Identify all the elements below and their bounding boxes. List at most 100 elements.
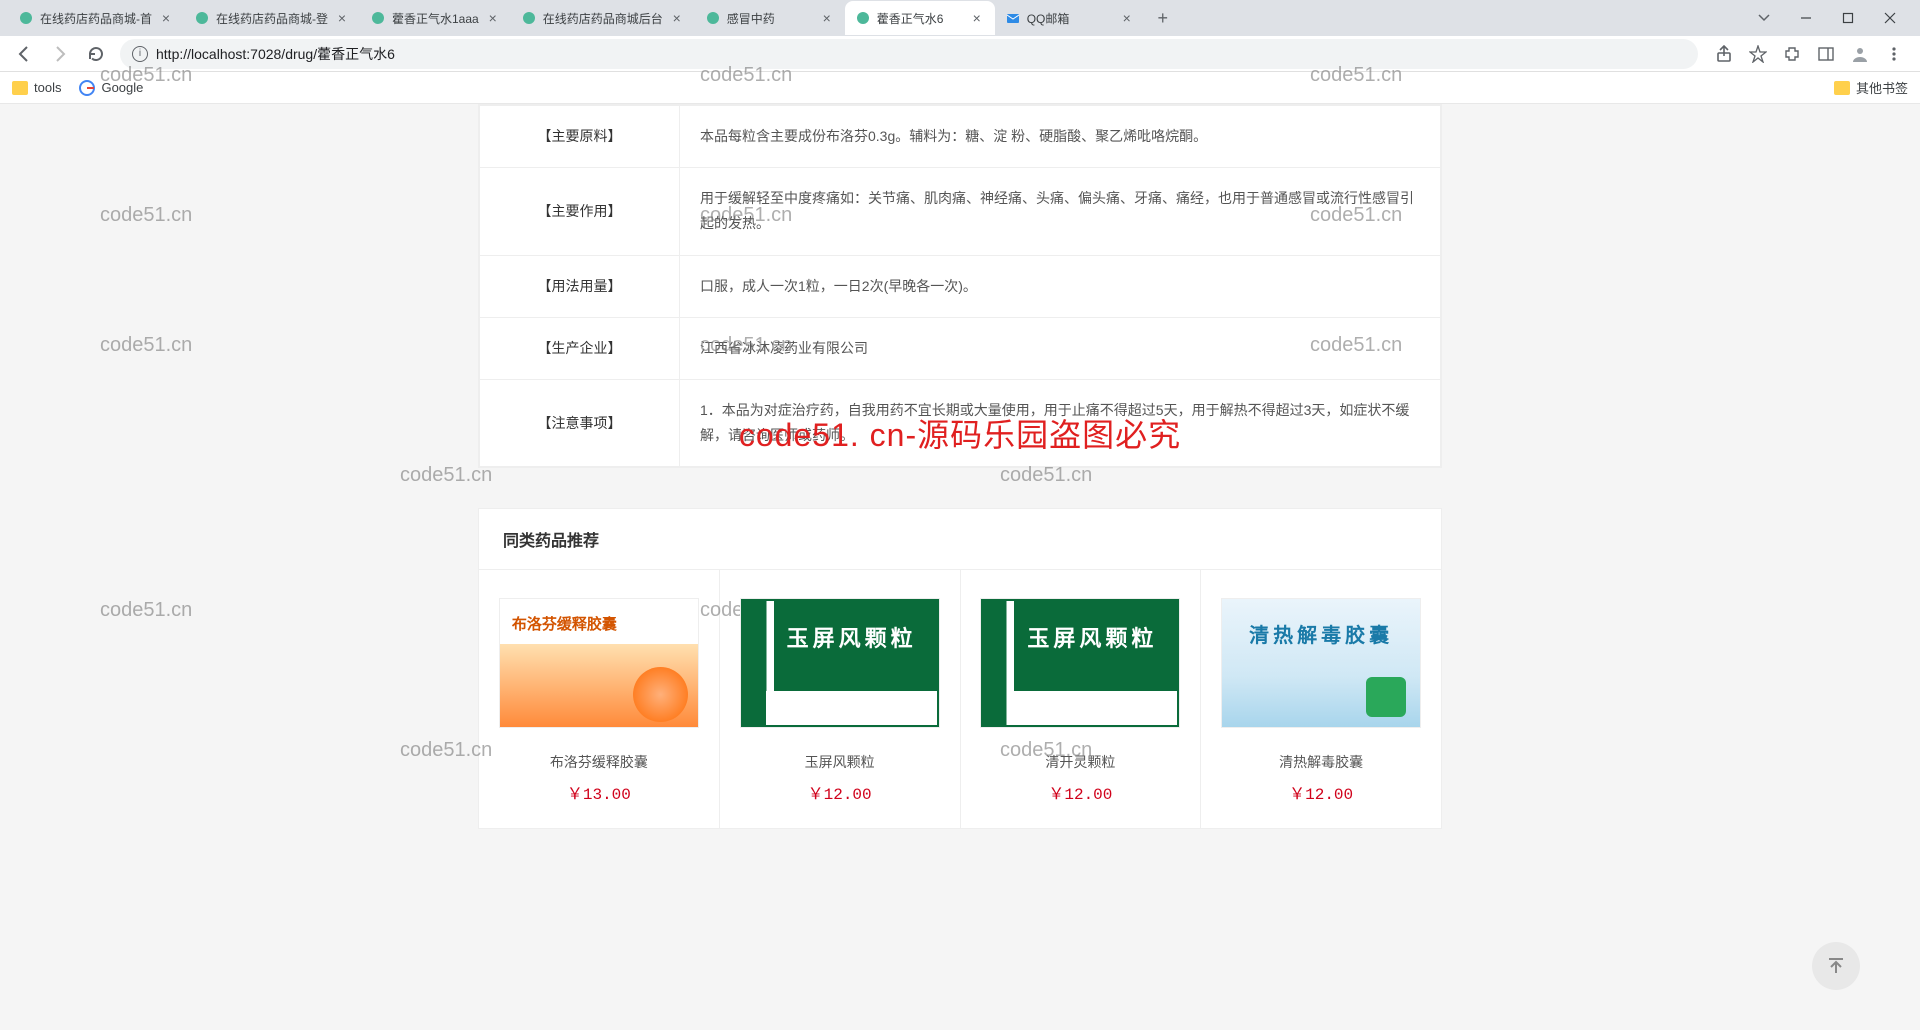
tab-4[interactable]: 感冒中药 × xyxy=(695,1,845,35)
window-close-icon[interactable] xyxy=(1876,4,1904,32)
close-icon[interactable]: × xyxy=(819,10,835,26)
back-button[interactable] xyxy=(8,38,40,70)
menu-icon[interactable] xyxy=(1884,44,1904,64)
minimize-icon[interactable] xyxy=(1792,4,1820,32)
tab-title: QQ邮箱 xyxy=(1027,10,1113,27)
forward-button[interactable] xyxy=(44,38,76,70)
folder-icon xyxy=(12,81,28,95)
watermark: code51.cn xyxy=(100,599,192,622)
bookmark-google[interactable]: Google xyxy=(79,80,143,96)
drug-detail-box: 【主要原料】 本品每粒含主要成份布洛芬0.3g。辅料为：糖、淀 粉、硬脂酸、聚乙… xyxy=(478,104,1442,468)
recommendations-section: 同类药品推荐 布洛芬缓释胶囊 布洛芬缓释胶囊 ￥13.00 玉屏风颗粒 玉屏风颗… xyxy=(478,508,1442,829)
maximize-icon[interactable] xyxy=(1834,4,1862,32)
product-price: ￥13.00 xyxy=(495,780,703,804)
bookmark-label: tools xyxy=(34,80,61,95)
toolbar: i http://localhost:7028/drug/藿香正气水6 xyxy=(0,36,1920,72)
star-icon[interactable] xyxy=(1748,44,1768,64)
google-icon xyxy=(79,80,95,96)
extensions-icon[interactable] xyxy=(1782,44,1802,64)
folder-icon xyxy=(1834,81,1850,95)
row-label: 【生产企业】 xyxy=(480,317,680,379)
share-icon[interactable] xyxy=(1714,44,1734,64)
tab-title: 在线药店药品商城-登 xyxy=(216,10,328,27)
product-price: ￥12.00 xyxy=(1217,780,1425,804)
row-value: 用于缓解轻至中度疼痛如：关节痛、肌肉痛、神经痛、头痛、偏头痛、牙痛、痛经，也用于… xyxy=(680,168,1441,255)
table-row: 【主要作用】 用于缓解轻至中度疼痛如：关节痛、肌肉痛、神经痛、头痛、偏头痛、牙痛… xyxy=(480,168,1441,255)
row-value: 口服，成人一次1粒，一日2次(早晚各一次)。 xyxy=(680,255,1441,317)
browser-chrome: 在线药店药品商城-首 × 在线药店药品商城-登 × 藿香正气水1aaa × 在线… xyxy=(0,0,1920,104)
tab-title: 藿香正气水6 xyxy=(877,10,963,27)
tab-title: 感冒中药 xyxy=(727,10,813,27)
page-content: code51.cn code51.cn code51.cn code51.cn … xyxy=(0,104,1920,1030)
site-info-icon[interactable]: i xyxy=(132,46,148,62)
tab-title: 在线药店药品商城-首 xyxy=(40,10,152,27)
product-card[interactable]: 布洛芬缓释胶囊 布洛芬缓释胶囊 ￥13.00 xyxy=(479,570,720,828)
tab-1[interactable]: 在线药店药品商城-登 × xyxy=(184,1,360,35)
favicon-icon xyxy=(18,10,34,26)
address-bar[interactable]: i http://localhost:7028/drug/藿香正气水6 xyxy=(120,39,1698,69)
watermark: code51.cn xyxy=(100,334,192,357)
product-name: 玉屏风颗粒 xyxy=(736,752,944,772)
tab-3[interactable]: 在线药店药品商城后台 × xyxy=(511,1,695,35)
tab-5-active[interactable]: 藿香正气水6 × xyxy=(845,1,995,35)
recommendations-grid: 布洛芬缓释胶囊 布洛芬缓释胶囊 ￥13.00 玉屏风颗粒 玉屏风颗粒 ￥12.0… xyxy=(479,569,1441,828)
table-row: 【主要原料】 本品每粒含主要成份布洛芬0.3g。辅料为：糖、淀 粉、硬脂酸、聚乙… xyxy=(480,106,1441,168)
row-label: 【主要原料】 xyxy=(480,106,680,168)
close-icon[interactable]: × xyxy=(334,10,350,26)
row-value: 本品每粒含主要成份布洛芬0.3g。辅料为：糖、淀 粉、硬脂酸、聚乙烯吡咯烷酮。 xyxy=(680,106,1441,168)
close-icon[interactable]: × xyxy=(485,10,501,26)
chevron-down-icon[interactable] xyxy=(1750,4,1778,32)
favicon-icon xyxy=(370,10,386,26)
drug-detail-table: 【主要原料】 本品每粒含主要成份布洛芬0.3g。辅料为：糖、淀 粉、硬脂酸、聚乙… xyxy=(479,105,1441,467)
product-card[interactable]: 清热解毒胶囊 清热解毒胶囊 ￥12.00 xyxy=(1201,570,1441,828)
bookmark-other[interactable]: 其他书签 xyxy=(1834,78,1908,97)
product-name: 清开灵颗粒 xyxy=(977,752,1185,772)
favicon-icon xyxy=(1005,10,1021,26)
table-row: 【用法用量】 口服，成人一次1粒，一日2次(早晚各一次)。 xyxy=(480,255,1441,317)
tab-2[interactable]: 藿香正气水1aaa × xyxy=(360,1,511,35)
product-name: 清热解毒胶囊 xyxy=(1217,752,1425,772)
sidepanel-icon[interactable] xyxy=(1816,44,1836,64)
favicon-icon xyxy=(855,10,871,26)
row-label: 【主要作用】 xyxy=(480,168,680,255)
watermark: code51.cn xyxy=(100,204,192,227)
product-card[interactable]: 玉屏风颗粒 清开灵颗粒 ￥12.00 xyxy=(961,570,1202,828)
row-value: 1．本品为对症治疗药，自我用药不宜长期或大量使用，用于止痛不得超过5天，用于解热… xyxy=(680,379,1441,466)
new-tab-button[interactable]: + xyxy=(1149,4,1177,32)
tab-strip: 在线药店药品商城-首 × 在线药店药品商城-登 × 藿香正气水1aaa × 在线… xyxy=(0,0,1920,36)
tab-title: 在线药店药品商城后台 xyxy=(543,10,663,27)
tab-6[interactable]: QQ邮箱 × xyxy=(995,1,1145,35)
table-row: 【注意事项】 1．本品为对症治疗药，自我用药不宜长期或大量使用，用于止痛不得超过… xyxy=(480,379,1441,466)
product-price: ￥12.00 xyxy=(977,780,1185,804)
profile-icon[interactable] xyxy=(1850,44,1870,64)
bookmark-tools[interactable]: tools xyxy=(12,80,61,95)
product-card[interactable]: 玉屏风颗粒 玉屏风颗粒 ￥12.00 xyxy=(720,570,961,828)
url-text: http://localhost:7028/drug/藿香正气水6 xyxy=(156,44,395,64)
arrow-up-icon xyxy=(1826,956,1846,976)
recommendations-title: 同类药品推荐 xyxy=(479,509,1441,569)
product-price: ￥12.00 xyxy=(736,780,944,804)
row-label: 【注意事项】 xyxy=(480,379,680,466)
tab-title: 藿香正气水1aaa xyxy=(392,10,479,27)
close-icon[interactable]: × xyxy=(669,10,685,26)
row-value: 江西省冰沐凌药业有限公司 xyxy=(680,317,1441,379)
row-label: 【用法用量】 xyxy=(480,255,680,317)
reload-button[interactable] xyxy=(80,38,112,70)
favicon-icon xyxy=(705,10,721,26)
table-row: 【生产企业】 江西省冰沐凌药业有限公司 xyxy=(480,317,1441,379)
bookmarks-bar: tools Google 其他书签 xyxy=(0,72,1920,104)
product-name: 布洛芬缓释胶囊 xyxy=(495,752,703,772)
favicon-icon xyxy=(521,10,537,26)
tab-0[interactable]: 在线药店药品商城-首 × xyxy=(8,1,184,35)
bookmark-label: 其他书签 xyxy=(1856,78,1908,97)
close-icon[interactable]: × xyxy=(969,10,985,26)
product-image: 清热解毒胶囊 xyxy=(1221,598,1421,728)
favicon-icon xyxy=(194,10,210,26)
product-image: 玉屏风颗粒 xyxy=(980,598,1180,728)
bookmark-label: Google xyxy=(101,80,143,95)
close-icon[interactable]: × xyxy=(158,10,174,26)
back-to-top-button[interactable] xyxy=(1812,942,1860,990)
close-icon[interactable]: × xyxy=(1119,10,1135,26)
product-image: 布洛芬缓释胶囊 xyxy=(499,598,699,728)
product-image: 玉屏风颗粒 xyxy=(740,598,940,728)
